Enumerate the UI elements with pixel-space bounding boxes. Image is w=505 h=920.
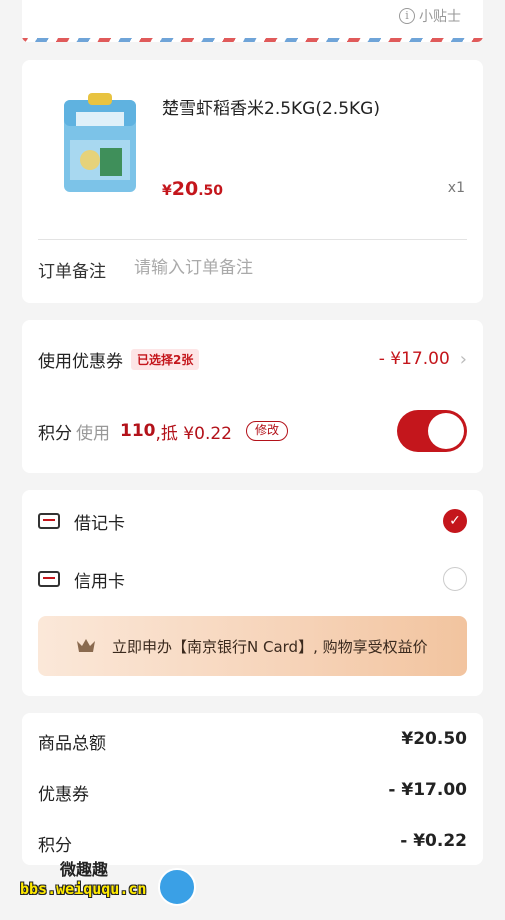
- coupon-selected-badge: 已选择2张: [131, 348, 200, 370]
- payment-option-label: 信用卡: [74, 571, 125, 592]
- points-offset: ,抵 ¥0.22: [155, 423, 232, 444]
- product-name: 楚雪虾稻香米2.5KG(2.5KG): [162, 99, 380, 119]
- debit-card-icon: [38, 513, 60, 529]
- watermark-title: 微趣趣: [60, 860, 109, 879]
- watermark: 微趣趣 bbs.weiququ.cn: [20, 852, 210, 912]
- points-row: 积分 使用 110 ,抵 ¥0.22 修改: [38, 408, 467, 454]
- address-card: i 小贴士: [22, 0, 483, 42]
- payment-option-label: 借记卡: [74, 513, 125, 534]
- points-label: 积分: [38, 423, 72, 444]
- tips-link[interactable]: i 小贴士: [399, 6, 461, 26]
- tips-label: 小贴士: [419, 9, 461, 25]
- payment-option-debit[interactable]: 借记卡 ✓: [38, 506, 467, 536]
- product-price: ¥20.50: [162, 178, 224, 200]
- summary-row: 商品总额 ¥20.50: [38, 729, 467, 754]
- product-card: 楚雪虾稻香米2.5KG(2.5KG) ¥20.50 x1 订单备注: [22, 60, 483, 303]
- remark-label: 订单备注: [38, 262, 106, 282]
- mascot-icon: [158, 868, 196, 906]
- payment-card: 借记卡 ✓ 信用卡 立即申办【南京银行N Card】, 购物享受权益价: [22, 490, 483, 696]
- points-use-label: 使用: [76, 423, 110, 444]
- summary-value: - ¥17.00: [388, 780, 467, 800]
- remark-input[interactable]: [134, 253, 454, 283]
- points-toggle[interactable]: [397, 410, 467, 452]
- summary-label: 优惠券: [38, 785, 89, 805]
- info-icon: i: [399, 8, 415, 24]
- credit-card-icon: [38, 571, 60, 587]
- envelope-stripe: [22, 38, 483, 42]
- watermark-url: bbs.weiququ.cn: [20, 880, 147, 898]
- coupon-row[interactable]: 使用优惠券 已选择2张 - ¥17.00 ›: [38, 346, 467, 372]
- discount-card: 使用优惠券 已选择2张 - ¥17.00 › 积分 使用 110 ,抵 ¥0.2…: [22, 320, 483, 473]
- summary-row: 优惠券 - ¥17.00: [38, 780, 467, 805]
- product-image: [64, 93, 136, 192]
- summary-label: 商品总额: [38, 734, 106, 754]
- promo-text: 立即申办【南京银行N Card】, 购物享受权益价: [112, 637, 428, 656]
- checkmark-icon[interactable]: ✓: [443, 509, 467, 533]
- points-value: 110: [120, 421, 156, 441]
- coupon-label: 使用优惠券: [38, 351, 123, 372]
- credit-card-promo-banner[interactable]: 立即申办【南京银行N Card】, 购物享受权益价: [38, 616, 467, 676]
- modify-points-button[interactable]: 修改: [245, 421, 288, 441]
- summary-card: 商品总额 ¥20.50 优惠券 - ¥17.00 积分 - ¥0.22: [22, 713, 483, 865]
- crown-icon: [77, 639, 95, 652]
- summary-value: - ¥0.22: [400, 831, 467, 851]
- toggle-knob: [428, 413, 464, 449]
- payment-option-credit[interactable]: 信用卡: [38, 564, 467, 594]
- coupon-amount: - ¥17.00: [378, 349, 450, 369]
- chevron-right-icon: ›: [459, 348, 467, 370]
- product-quantity: x1: [447, 180, 465, 196]
- summary-value: ¥20.50: [401, 729, 467, 749]
- divider: [38, 239, 467, 240]
- radio-unchecked[interactable]: [443, 567, 467, 591]
